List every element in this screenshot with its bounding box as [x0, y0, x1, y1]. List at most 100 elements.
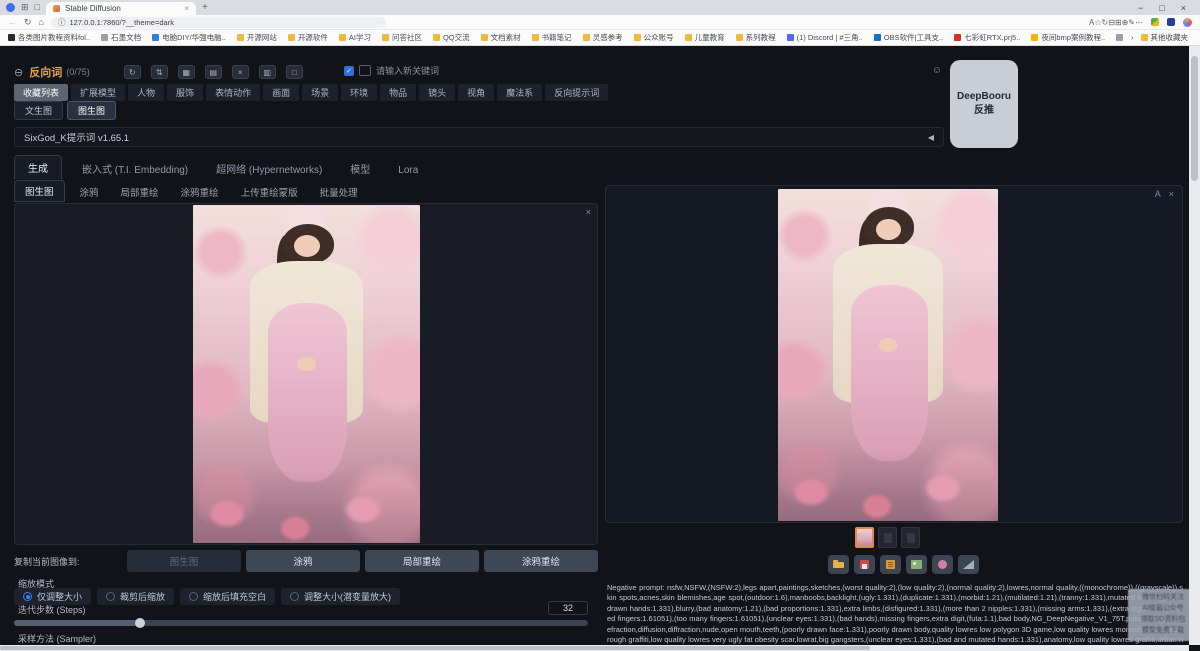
keyword-input[interactable] — [359, 65, 371, 76]
bookmark-item[interactable]: 电脑DIY/华强电脑.. — [152, 32, 226, 43]
bookmark-item[interactable]: QQ交流 — [433, 32, 470, 43]
img2img-tab[interactable]: 图生图 — [14, 180, 65, 202]
minimize-button[interactable]: − — [1138, 3, 1143, 13]
radio-icon[interactable] — [23, 592, 32, 601]
address-bar[interactable]: ⓘ 127.0.0.1:7860/?__theme=dark — [51, 17, 386, 28]
bookmark-item[interactable]: 百度翻译 Google.. — [1116, 32, 1123, 43]
resize-mode-option[interactable]: 缩放后填充空白 — [180, 588, 275, 605]
prompt-tool-button[interactable]: □ — [286, 65, 303, 79]
steps-slider[interactable] — [14, 620, 588, 626]
output-button[interactable] — [906, 555, 927, 574]
bookmark-item[interactable]: 开源软件 — [288, 32, 328, 43]
toolbar-icon[interactable]: ✎ — [1128, 18, 1135, 27]
copy-to-button[interactable]: 图生图 — [127, 550, 241, 572]
bookmark-item[interactable]: 石墨文档 — [101, 32, 141, 43]
toolbar-icon[interactable]: ⊞ — [1115, 18, 1122, 27]
bookmark-item[interactable]: OBS软件|工具支.. — [874, 32, 943, 43]
site-info-icon[interactable]: ⓘ — [58, 17, 66, 28]
maximize-button[interactable]: □ — [1159, 3, 1164, 13]
close-button[interactable]: × — [1181, 3, 1186, 13]
copy-to-button[interactable]: 涂鸦重绘 — [484, 550, 598, 572]
bookmark-item[interactable]: 系列教程 — [736, 32, 776, 43]
output-button[interactable] — [932, 555, 953, 574]
output-button[interactable] — [958, 555, 979, 574]
radio-icon[interactable] — [106, 592, 115, 601]
main-tab[interactable]: 生成 — [14, 155, 62, 180]
vertical-scrollbar[interactable] — [1189, 46, 1200, 645]
copy-to-button[interactable]: 局部重绘 — [365, 550, 479, 572]
bookmark-item[interactable]: 书籍笔记 — [532, 32, 572, 43]
collapse-icon[interactable]: ⊖ — [14, 66, 23, 79]
copilot-icon[interactable] — [1183, 18, 1192, 27]
resize-mode-option[interactable]: 调整大小(潜变量放大) — [281, 588, 400, 605]
reload-icon[interactable]: ↻ — [24, 17, 32, 28]
main-tab[interactable]: 嵌入式 (T.I. Embedding) — [74, 157, 196, 180]
vertical-tabs-icon[interactable]: □ — [35, 3, 40, 12]
workspaces-icon[interactable]: ⊞ — [21, 3, 29, 12]
bookmark-item[interactable]: AI学习 — [339, 32, 371, 43]
category-tab[interactable]: 反向提示词 — [545, 84, 608, 101]
extension-icon[interactable] — [1167, 18, 1175, 26]
category-tab[interactable]: 人物 — [128, 84, 164, 101]
prompt-tool-button[interactable]: ▥ — [259, 65, 276, 79]
resize-mode-option[interactable]: 裁剪后缩放 — [97, 588, 174, 605]
sixgod-accordion[interactable]: SixGod_K提示词 v1.65.1 ◀ — [14, 127, 944, 147]
img2img-tab[interactable]: 批量处理 — [313, 182, 365, 202]
tab-close-icon[interactable]: × — [184, 4, 189, 13]
keyword-checkbox[interactable]: ✓ — [344, 66, 354, 76]
bookmark-item[interactable]: 儿童教育 — [685, 32, 725, 43]
main-tab[interactable]: 模型 — [342, 157, 378, 180]
main-tab[interactable]: 超网络 (Hypernetworks) — [208, 157, 330, 180]
mode-tab[interactable]: 图生图 — [67, 101, 116, 120]
category-tab[interactable]: 魔法系 — [497, 84, 542, 101]
bookmarks-chevron-icon[interactable]: › — [1131, 33, 1134, 42]
bookmark-item[interactable]: 七彩虹RTX.prj5.. — [954, 32, 1020, 43]
home-icon[interactable]: ⌂ — [39, 17, 44, 27]
category-tab[interactable]: 场景 — [302, 84, 338, 101]
prompt-tool-button[interactable]: ⇅ — [151, 65, 168, 79]
remove-image-icon[interactable]: × — [586, 207, 591, 217]
main-tab[interactable]: Lora — [390, 161, 426, 180]
horizontal-scrollbar[interactable] — [0, 645, 1189, 651]
deepbooru-button[interactable]: DeepBooru 反推 — [950, 60, 1018, 148]
thumbnail[interactable] — [901, 527, 920, 548]
radio-icon[interactable] — [290, 592, 299, 601]
radio-icon[interactable] — [189, 592, 198, 601]
thumbnail[interactable] — [878, 527, 897, 548]
profile-avatar[interactable] — [6, 3, 15, 12]
copy-to-button[interactable]: 涂鸦 — [246, 550, 360, 572]
img2img-tab[interactable]: 上传重绘蒙版 — [234, 182, 305, 202]
bookmark-item[interactable]: 各类图片教程资料fol.. — [8, 32, 90, 43]
prompt-tool-button[interactable]: ▤ — [205, 65, 222, 79]
category-tab[interactable]: 画面 — [263, 84, 299, 101]
toolbar-icon[interactable]: ⊟ — [1108, 18, 1115, 27]
steps-value-input[interactable]: 32 — [548, 601, 588, 615]
category-tab[interactable]: 扩展模型 — [71, 84, 125, 101]
prompt-tool-button[interactable]: ▦ — [178, 65, 195, 79]
category-tab[interactable]: 镜头 — [419, 84, 455, 101]
category-tab[interactable]: 收藏列表 — [14, 84, 68, 101]
mode-tab[interactable]: 文生图 — [14, 101, 63, 120]
thumbnail-selected[interactable] — [855, 527, 874, 548]
result-image-panel[interactable]: A × — [605, 185, 1183, 523]
slider-handle[interactable] — [135, 618, 145, 628]
bookmark-item[interactable]: 灵感参考 — [583, 32, 623, 43]
img2img-tab[interactable]: 涂鸦重绘 — [174, 182, 226, 202]
output-button[interactable] — [880, 555, 901, 574]
bookmark-item[interactable]: 公众账号 — [634, 32, 674, 43]
horizontal-scrollbar-thumb[interactable] — [0, 646, 870, 650]
bookmark-item[interactable]: 夜间bmp案例教程.. — [1031, 32, 1105, 43]
other-bookmarks[interactable]: 其他收藏夹 — [1141, 32, 1189, 43]
toolbar-icon[interactable]: ⋯ — [1135, 18, 1143, 27]
bookmark-item[interactable]: 文档素材 — [481, 32, 521, 43]
bookmark-item[interactable]: 问答社区 — [382, 32, 422, 43]
category-tab[interactable]: 视角 — [458, 84, 494, 101]
back-icon[interactable]: ← — [8, 17, 17, 27]
category-tab[interactable]: 环境 — [341, 84, 377, 101]
bookmark-item[interactable]: (1) Discord | #三角.. — [787, 32, 863, 43]
output-button[interactable] — [854, 555, 875, 574]
category-tab[interactable]: 物品 — [380, 84, 416, 101]
new-tab-button[interactable]: + — [202, 2, 208, 13]
prompt-tool-button[interactable]: ↻ — [124, 65, 141, 79]
prompt-tool-button[interactable]: × — [232, 65, 249, 79]
